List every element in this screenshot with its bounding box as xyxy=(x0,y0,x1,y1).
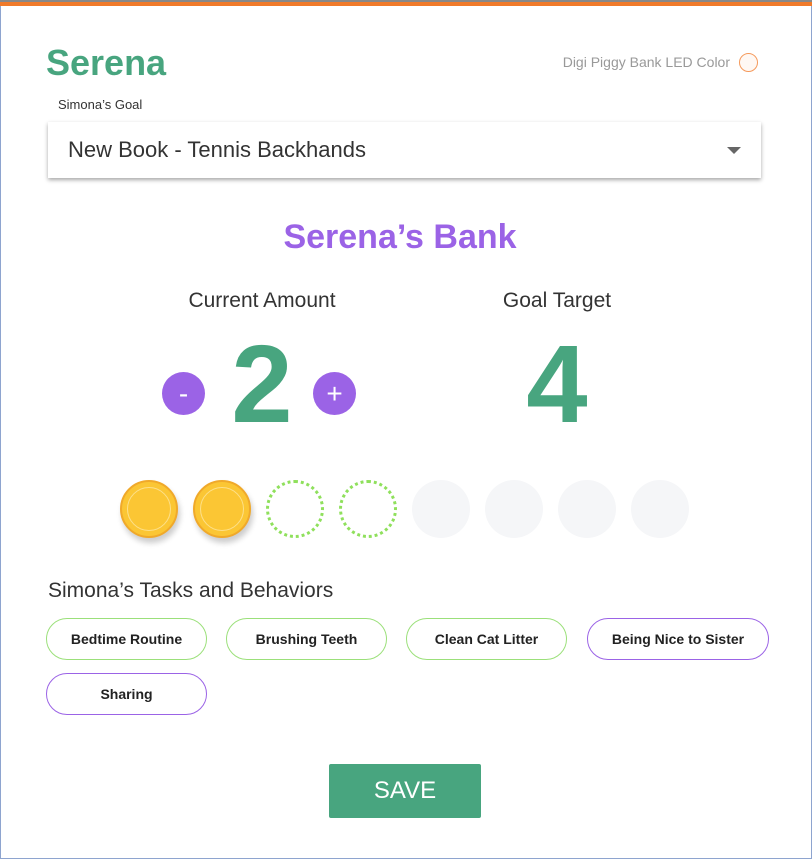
current-amount-value: 2 xyxy=(231,323,293,446)
coin-full xyxy=(120,480,178,538)
goal-target-value: 4 xyxy=(526,323,588,446)
task-chip[interactable]: Clean Cat Litter xyxy=(406,618,567,660)
bank-title: Serena’s Bank xyxy=(283,218,517,256)
task-chip[interactable]: Sharing xyxy=(46,673,207,715)
dropdown-caret-icon xyxy=(727,147,741,154)
decrement-button[interactable]: - xyxy=(162,372,205,415)
task-chip[interactable]: Being Nice to Sister xyxy=(587,618,769,660)
tasks-title: Simona’s Tasks and Behaviors xyxy=(48,579,334,602)
led-color-swatch[interactable] xyxy=(739,53,758,72)
current-amount-label: Current Amount xyxy=(188,289,336,312)
task-chip[interactable]: Brushing Teeth xyxy=(226,618,387,660)
coin-empty xyxy=(485,480,543,538)
coin-empty xyxy=(631,480,689,538)
coin-target xyxy=(266,480,324,538)
led-color-label: Digi Piggy Bank LED Color xyxy=(562,54,730,70)
coin-target xyxy=(339,480,397,538)
goal-label: Simona’s Goal xyxy=(58,97,143,112)
goal-selected-value: New Book - Tennis Backhands xyxy=(68,137,366,162)
save-button[interactable]: SAVE xyxy=(329,764,481,818)
coin-empty xyxy=(412,480,470,538)
accent-bar xyxy=(0,2,812,6)
child-name: Serena xyxy=(46,42,167,83)
goal-target-label: Goal Target xyxy=(502,289,612,312)
coin-empty xyxy=(558,480,616,538)
increment-button[interactable]: + xyxy=(313,372,356,415)
coin-full xyxy=(193,480,251,538)
goal-select[interactable]: New Book - Tennis Backhands xyxy=(48,122,761,178)
task-chip[interactable]: Bedtime Routine xyxy=(46,618,207,660)
